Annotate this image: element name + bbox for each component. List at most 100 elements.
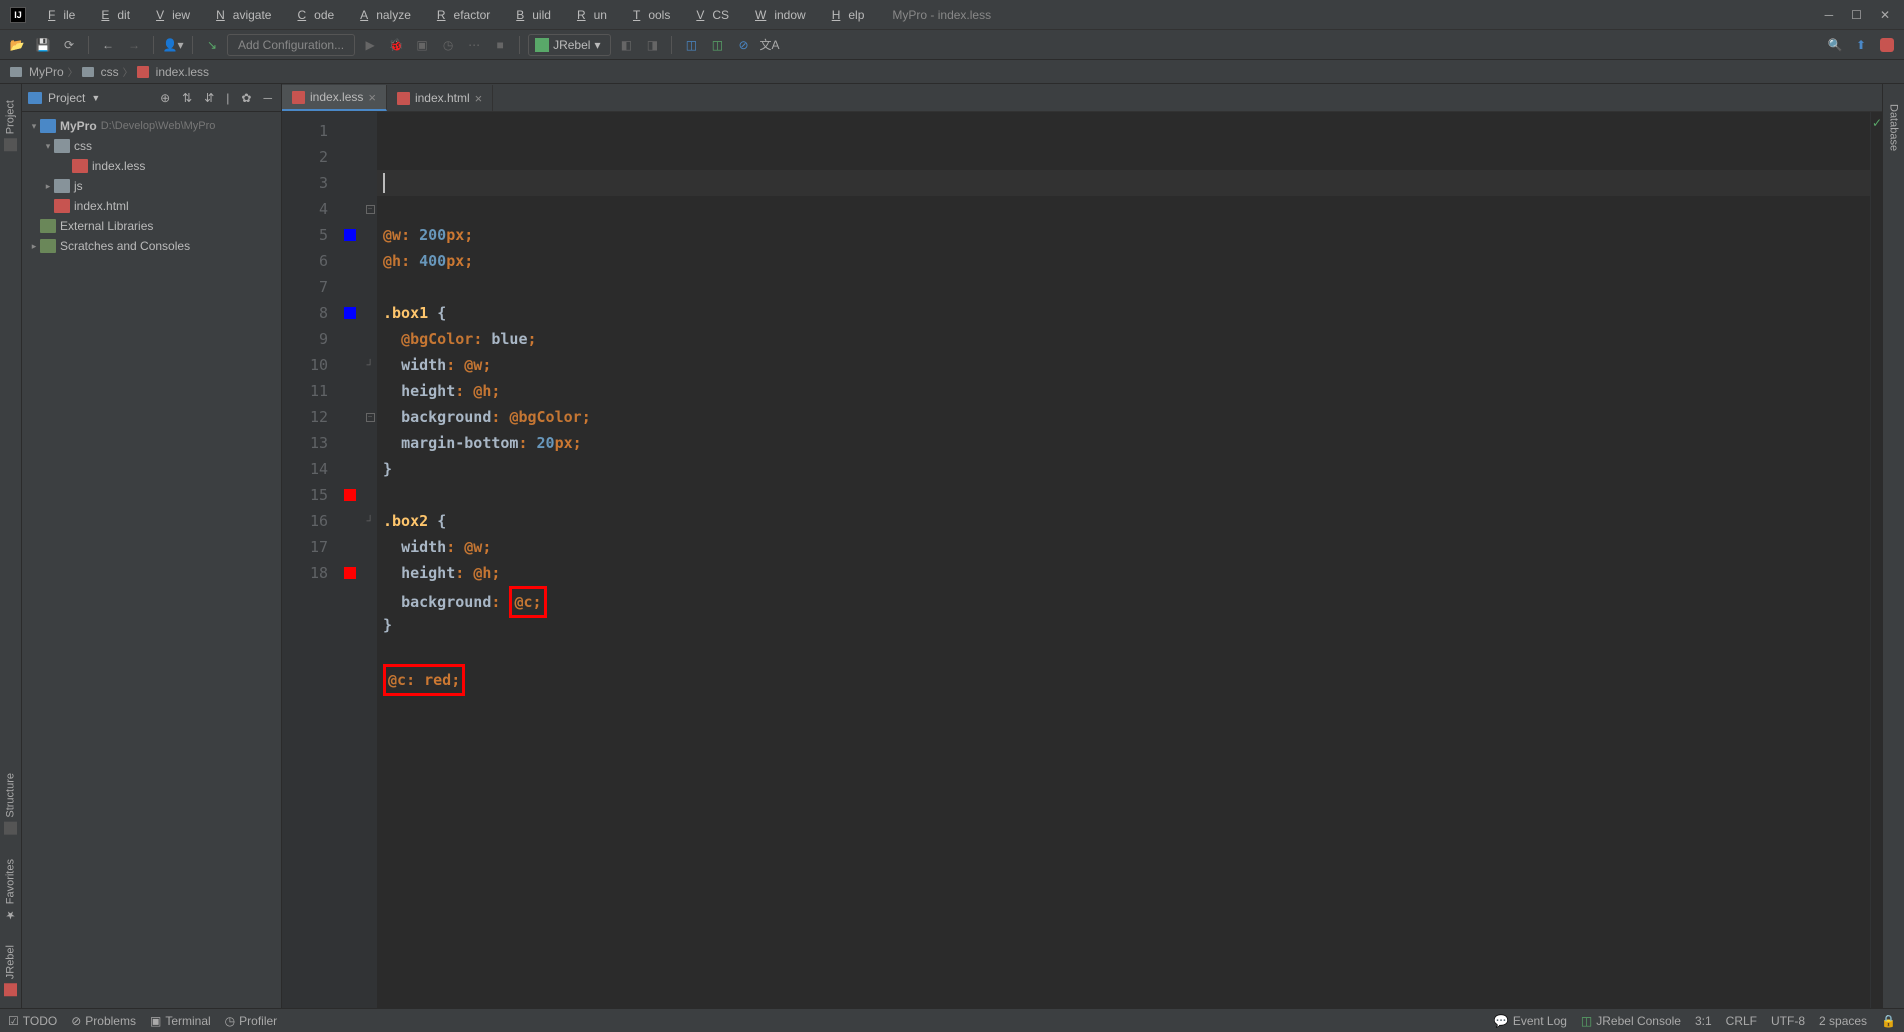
status-indent[interactable]: 2 spaces — [1819, 1014, 1867, 1028]
save-icon[interactable]: 💾 — [32, 34, 54, 56]
code-line-6[interactable]: width: @w; — [383, 352, 1870, 378]
run-config-select[interactable]: Add Configuration... — [227, 34, 355, 56]
code-line-11[interactable] — [383, 482, 1870, 508]
jrebel-select[interactable]: JRebel ▾ — [528, 34, 611, 56]
menu-build[interactable]: Build — [500, 4, 559, 26]
code-line-14[interactable]: height: @h; — [383, 560, 1870, 586]
expand-icon[interactable]: ⇅ — [179, 91, 195, 105]
forward-icon[interactable]: → — [123, 34, 145, 56]
favorites-tool-tab[interactable]: ★Favorites — [1, 847, 20, 933]
status-cursor-pos[interactable]: 3:1 — [1695, 1014, 1712, 1028]
menu-code[interactable]: Code — [281, 4, 342, 26]
status-lock-icon[interactable]: 🔒 — [1881, 1014, 1896, 1028]
code-line-17[interactable] — [383, 638, 1870, 664]
jr2-icon[interactable]: ◨ — [641, 34, 663, 56]
profile-icon[interactable]: ◷ — [437, 34, 459, 56]
project-tool-tab[interactable]: Project — [1, 88, 20, 163]
breadcrumb-file[interactable]: index.less — [156, 65, 209, 79]
code-line-2[interactable]: @h: 400px; — [383, 248, 1870, 274]
code-line-9[interactable]: margin-bottom: 20px; — [383, 430, 1870, 456]
status-encoding[interactable]: UTF-8 — [1771, 1014, 1805, 1028]
code-line-7[interactable]: height: @h; — [383, 378, 1870, 404]
code-line-10[interactable]: } — [383, 456, 1870, 482]
menu-run[interactable]: Run — [561, 4, 615, 26]
jrebel-tool-tab[interactable]: JRebel — [1, 933, 20, 1008]
menu-file[interactable]: File — [32, 4, 83, 26]
git2-icon[interactable]: ◫ — [706, 34, 728, 56]
error-stripe[interactable]: ✓ — [1870, 112, 1882, 1008]
menu-edit[interactable]: Edit — [85, 4, 138, 26]
status-problems[interactable]: ⊘Problems — [71, 1014, 136, 1028]
hide-icon[interactable]: ─ — [260, 91, 275, 105]
tree-index-less[interactable]: index.less — [24, 156, 279, 176]
structure-tool-tab[interactable]: Structure — [1, 761, 20, 847]
menu-help[interactable]: Help — [816, 4, 873, 26]
menu-navigate[interactable]: Navigate — [200, 4, 279, 26]
close-tab-icon[interactable]: × — [475, 91, 483, 106]
search-icon[interactable]: 🔍 — [1824, 34, 1846, 56]
more-icon[interactable]: ⋯ — [463, 34, 485, 56]
tree-root[interactable]: ▾ MyProD:\Develop\Web\MyPro — [24, 116, 279, 136]
open-icon[interactable]: 📂 — [6, 34, 28, 56]
code-line-8[interactable]: background: @bgColor; — [383, 404, 1870, 430]
chevron-down-icon[interactable]: ▼ — [91, 93, 100, 103]
tab-index-html[interactable]: index.html× — [387, 85, 493, 111]
menu-window[interactable]: Window — [739, 4, 814, 26]
gear-icon[interactable]: ✿ — [238, 91, 254, 105]
menu-refactor[interactable]: Refactor — [421, 4, 498, 26]
status-terminal[interactable]: ▣Terminal — [150, 1014, 211, 1028]
run-icon[interactable]: ▶ — [359, 34, 381, 56]
code-line-4[interactable]: .box1 { — [383, 300, 1870, 326]
tree-index-html[interactable]: index.html — [24, 196, 279, 216]
stop-icon[interactable]: ■ — [489, 34, 511, 56]
code-line-12[interactable]: .box2 { — [383, 508, 1870, 534]
status-todo[interactable]: ☑TODO — [8, 1014, 57, 1028]
target-icon[interactable]: ⊕ — [157, 91, 173, 105]
jr-end-icon[interactable] — [1876, 34, 1898, 56]
status-profiler[interactable]: ◷Profiler — [225, 1014, 278, 1028]
minimize-button[interactable]: ─ — [1825, 8, 1834, 22]
fold-open-icon[interactable]: − — [366, 413, 375, 422]
close-tab-icon[interactable]: × — [368, 90, 376, 105]
debug-icon[interactable]: 🐞 — [385, 34, 407, 56]
tree-scratches[interactable]: ▸Scratches and Consoles — [24, 236, 279, 256]
tab-index-less[interactable]: index.less× — [282, 85, 387, 111]
noentry-icon[interactable]: ⊘ — [732, 34, 754, 56]
tree-external-libs[interactable]: External Libraries — [24, 216, 279, 236]
database-tool-tab[interactable]: Database — [1885, 88, 1903, 163]
status-event-log[interactable]: 💬Event Log — [1494, 1014, 1567, 1028]
menu-tools[interactable]: Tools — [617, 4, 678, 26]
color-swatch-icon[interactable] — [344, 307, 356, 319]
collapse-icon[interactable]: ⇵ — [201, 91, 217, 105]
code-line-3[interactable] — [383, 274, 1870, 300]
code-line-5[interactable]: @bgColor: blue; — [383, 326, 1870, 352]
code-line-18[interactable]: @c: red; — [383, 664, 1870, 690]
code-line-15[interactable]: background: @c; — [383, 586, 1870, 612]
code-area[interactable]: @w: 200px;@h: 400px; .box1 { @bgColor: b… — [377, 112, 1870, 1008]
menu-analyze[interactable]: Analyze — [344, 4, 419, 26]
breadcrumb-folder[interactable]: css — [101, 65, 119, 79]
hammer-icon[interactable]: ↘ — [201, 34, 223, 56]
coverage-icon[interactable]: ▣ — [411, 34, 433, 56]
close-button[interactable]: ✕ — [1880, 8, 1890, 22]
git-icon[interactable]: ◫ — [680, 34, 702, 56]
fold-open-icon[interactable]: − — [366, 205, 375, 214]
tree-css-folder[interactable]: ▾css — [24, 136, 279, 156]
status-line-ending[interactable]: CRLF — [1726, 1014, 1757, 1028]
editor[interactable]: 123456789101112131415161718 −┘−┘ @w: 200… — [282, 112, 1882, 1008]
tree-js-folder[interactable]: ▸js — [24, 176, 279, 196]
code-line-1[interactable]: @w: 200px; — [383, 222, 1870, 248]
jr1-icon[interactable]: ◧ — [615, 34, 637, 56]
update-icon[interactable]: ⬆ — [1850, 34, 1872, 56]
color-swatch-icon[interactable] — [344, 489, 356, 501]
code-line-13[interactable]: width: @w; — [383, 534, 1870, 560]
build-icon[interactable]: 👤▾ — [162, 34, 184, 56]
back-icon[interactable]: ← — [97, 34, 119, 56]
menu-vcs[interactable]: VCS — [680, 4, 737, 26]
code-line-16[interactable]: } — [383, 612, 1870, 638]
sidebar-title[interactable]: Project — [48, 91, 85, 105]
color-swatch-icon[interactable] — [344, 229, 356, 241]
color-swatch-icon[interactable] — [344, 567, 356, 579]
breadcrumb-root[interactable]: MyPro — [29, 65, 64, 79]
refresh-icon[interactable]: ⟳ — [58, 34, 80, 56]
